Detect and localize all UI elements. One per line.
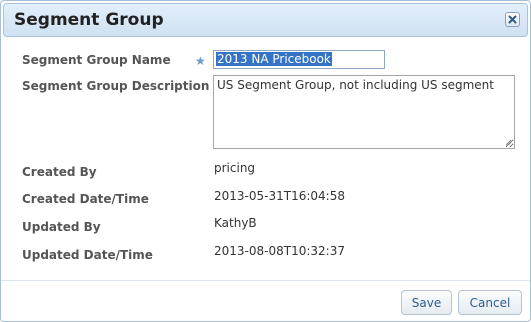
close-button[interactable]	[505, 12, 520, 27]
segment-group-dialog: Segment Group Segment Group Name ★ 2013 …	[0, 0, 531, 322]
cancel-button[interactable]: Cancel	[458, 290, 522, 315]
created-datetime-label: Created Date/Time	[22, 192, 149, 206]
updated-datetime-value: 2013-08-08T10:32:37	[214, 244, 345, 258]
name-label: Segment Group Name	[22, 53, 171, 67]
close-icon	[508, 15, 517, 24]
created-by-label: Created By	[22, 165, 97, 179]
description-value: US Segment Group, not including US segme…	[217, 78, 494, 92]
created-datetime-value: 2013-05-31T16:04:58	[214, 189, 345, 203]
description-label: Segment Group Description	[22, 79, 210, 93]
updated-by-value: KathyB	[214, 216, 257, 230]
created-by-value: pricing	[214, 161, 256, 175]
updated-by-label: Updated By	[22, 220, 101, 234]
resize-handle-icon[interactable]	[505, 139, 512, 146]
name-input-value: 2013 NA Pricebook	[216, 52, 332, 66]
save-button[interactable]: Save	[401, 290, 452, 315]
required-star-icon: ★	[195, 54, 206, 68]
dialog-titlebar: Segment Group	[3, 3, 528, 37]
segment-group-description-textarea[interactable]: US Segment Group, not including US segme…	[213, 75, 515, 149]
segment-group-name-input[interactable]: 2013 NA Pricebook	[213, 50, 385, 69]
updated-datetime-label: Updated Date/Time	[22, 248, 153, 262]
dialog-title: Segment Group	[14, 10, 164, 30]
dialog-footer: Save Cancel	[1, 280, 530, 321]
